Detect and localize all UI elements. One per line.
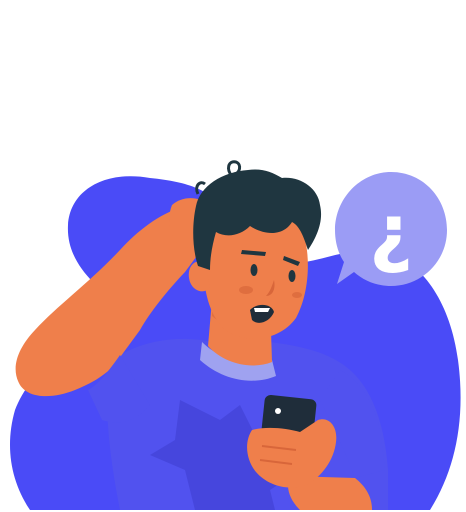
speech-bubble-icon: ¿ xyxy=(335,172,447,286)
right-eye xyxy=(288,270,296,282)
left-eye xyxy=(250,264,258,276)
confused-man-illustration: ¿ xyxy=(0,0,466,512)
inverted-question-mark: ¿ xyxy=(369,187,413,276)
